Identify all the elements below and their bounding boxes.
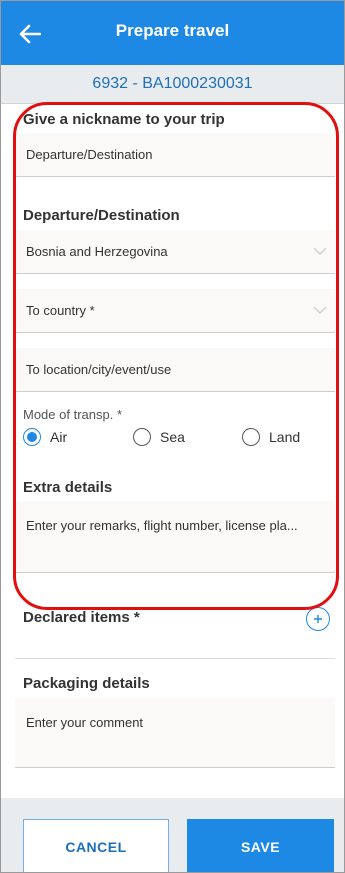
radio-air-label: Air <box>50 429 68 445</box>
radio-land-label: Land <box>269 429 301 445</box>
radio-unselected-icon <box>242 428 260 446</box>
radio-sea-label: Sea <box>160 429 185 445</box>
action-footer: CANCEL SAVE <box>1 798 344 872</box>
app-header: Prepare travel <box>1 1 344 65</box>
from-country-value: Bosnia and Herzegovina <box>26 244 168 259</box>
to-country-select[interactable]: To country * <box>15 289 335 333</box>
packaging-details-label: Packaging details <box>23 675 150 692</box>
plus-icon <box>314 615 322 623</box>
extra-details-label: Extra details <box>23 479 113 496</box>
nickname-label: Give a nickname to your trip <box>23 111 225 128</box>
radio-selected-icon <box>23 428 41 446</box>
departure-destination-label: Departure/Destination <box>23 207 180 224</box>
chevron-down-icon <box>313 247 327 255</box>
mode-of-transport-label: Mode of transp. * <box>23 407 122 422</box>
declared-items-label: Declared items * <box>23 609 140 626</box>
chevron-down-icon <box>313 306 327 314</box>
packaging-details-placeholder: Enter your comment <box>26 715 144 730</box>
page-title: Prepare travel <box>115 21 230 40</box>
to-location-placeholder: To location/city/event/use <box>26 362 172 377</box>
from-country-select[interactable]: Bosnia and Herzegovina <box>15 230 335 274</box>
cancel-button[interactable]: CANCEL <box>23 819 169 872</box>
section-divider <box>15 658 335 659</box>
add-declared-item-button[interactable] <box>306 607 330 631</box>
nickname-value: Departure/Destination <box>26 147 153 162</box>
mode-of-transport-group: Air Sea Land <box>23 428 323 452</box>
packaging-details-input[interactable]: Enter your comment <box>15 698 335 768</box>
extra-details-placeholder: Enter your remarks, flight number, licen… <box>26 518 298 533</box>
app-screen: Prepare travel 6932 - BA1000230031 Give … <box>0 0 345 873</box>
to-location-input[interactable]: To location/city/event/use <box>15 348 335 392</box>
extra-details-input[interactable]: Enter your remarks, flight number, licen… <box>15 501 335 573</box>
to-country-placeholder: To country * <box>26 303 95 318</box>
radio-unselected-icon <box>133 428 151 446</box>
trip-id-bar: 6932 - BA1000230031 <box>1 65 344 104</box>
radio-air[interactable]: Air <box>23 428 67 446</box>
save-button[interactable]: SAVE <box>187 819 334 872</box>
radio-sea[interactable]: Sea <box>133 428 185 446</box>
nickname-input[interactable]: Departure/Destination <box>15 133 335 177</box>
radio-land[interactable]: Land <box>242 428 300 446</box>
